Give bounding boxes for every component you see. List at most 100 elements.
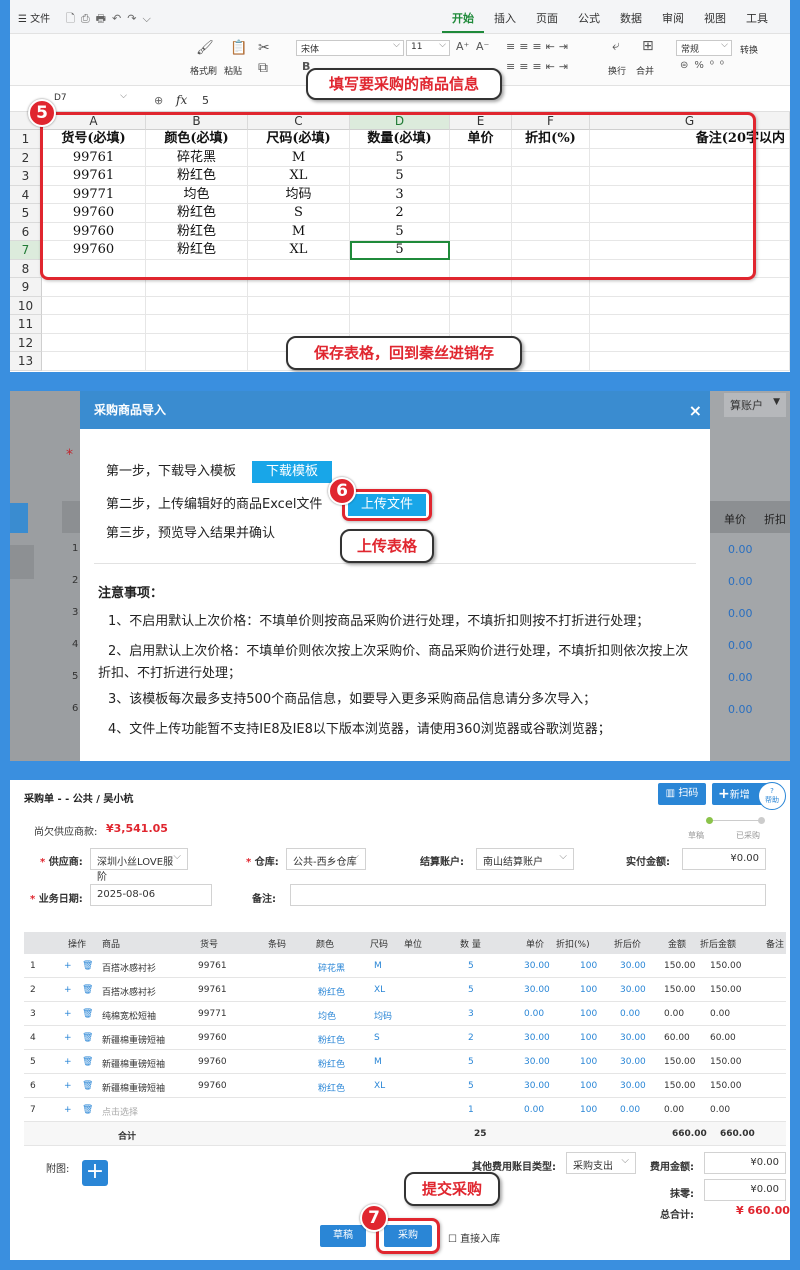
- column-header[interactable]: 尺码: [370, 937, 388, 950]
- empty-cell[interactable]: [350, 315, 450, 334]
- cell-damount[interactable]: 150.00: [710, 961, 742, 971]
- cell-damount[interactable]: 150.00: [710, 1081, 742, 1091]
- cell-color[interactable]: 粉红色: [318, 1033, 345, 1046]
- cell-name[interactable]: 纯棉宽松短袖: [102, 1009, 156, 1022]
- cell-size[interactable]: M: [374, 1057, 382, 1067]
- cell-damount[interactable]: 0.00: [710, 1105, 730, 1115]
- cell-price[interactable]: 30.00: [524, 961, 550, 971]
- add-attachment-button[interactable]: +: [82, 1160, 108, 1186]
- cell-dprice[interactable]: 30.00: [620, 1033, 646, 1043]
- warehouse-select[interactable]: 公共-西乡仓库: [286, 848, 366, 870]
- empty-cell[interactable]: [350, 296, 450, 315]
- align-horizontal-icons[interactable]: ≡≡≡⇤⇥: [506, 60, 572, 73]
- empty-cell[interactable]: [248, 296, 350, 315]
- add-row-icon[interactable]: +: [64, 1105, 72, 1115]
- delete-row-icon[interactable]: 🗑: [82, 1081, 93, 1091]
- empty-cell[interactable]: [42, 315, 146, 334]
- file-menu[interactable]: ☰ 文件: [18, 10, 50, 25]
- draft-button[interactable]: 草稿: [320, 1225, 366, 1247]
- row-header-6[interactable]: 6: [10, 222, 42, 241]
- cell-no[interactable]: 4: [30, 1033, 36, 1043]
- supplier-select[interactable]: 深圳小丝LOVE服阶: [90, 848, 188, 883]
- cell-amount[interactable]: 60.00: [664, 1033, 690, 1043]
- empty-cell[interactable]: [450, 315, 512, 334]
- merge-icon[interactable]: ⊞: [642, 38, 654, 54]
- empty-cell[interactable]: [350, 278, 450, 297]
- empty-cell[interactable]: [248, 278, 350, 297]
- table-row[interactable]: 2 百搭冰感衬衫 99761 粉红色 XL 5 30.00 100 30.00 150.00 150…: [24, 978, 786, 1002]
- download-template-button[interactable]: 下载模板: [252, 461, 332, 483]
- row-header-13[interactable]: 13: [10, 352, 42, 371]
- add-row-icon[interactable]: +: [64, 1009, 72, 1019]
- cell-qty[interactable]: 5: [468, 1057, 474, 1067]
- delete-row-icon[interactable]: 🗑: [82, 1105, 93, 1115]
- cell-name[interactable]: 点击选择: [102, 1105, 138, 1118]
- table-row[interactable]: 7 点击选择 1 0.00 100 0.00 0.00 0.00 + 🗑: [24, 1098, 786, 1122]
- empty-cell[interactable]: [42, 278, 146, 297]
- cell-amount[interactable]: 150.00: [664, 961, 696, 971]
- column-header[interactable]: 金额: [668, 937, 686, 950]
- add-row-icon[interactable]: +: [64, 1057, 72, 1067]
- empty-cell[interactable]: [146, 352, 248, 371]
- cell-ref-box[interactable]: D7: [50, 91, 130, 108]
- tab-view[interactable]: 视图: [694, 10, 736, 33]
- cell-name[interactable]: 新疆棉重磅短袖: [102, 1081, 165, 1094]
- cell-code[interactable]: 99760: [198, 1057, 227, 1067]
- cell-color[interactable]: 碎花黑: [318, 961, 345, 974]
- scan-button[interactable]: ▥ 扫码: [658, 783, 706, 805]
- column-header[interactable]: 操作: [68, 937, 86, 950]
- convert-label[interactable]: 转换: [740, 43, 758, 56]
- empty-cell[interactable]: [450, 296, 512, 315]
- empty-cell[interactable]: [146, 296, 248, 315]
- add-row-icon[interactable]: +: [64, 1081, 72, 1091]
- empty-cell[interactable]: [42, 333, 146, 352]
- row-header-4[interactable]: 4: [10, 185, 42, 204]
- cell-damount[interactable]: 150.00: [710, 1057, 742, 1067]
- cell-code[interactable]: 99761: [198, 985, 227, 995]
- cell-dprice[interactable]: 0.00: [620, 1105, 640, 1115]
- cell-disc[interactable]: 100: [580, 1009, 597, 1019]
- date-input[interactable]: 2025-08-06: [90, 884, 212, 906]
- row-header-5[interactable]: 5: [10, 204, 42, 223]
- cell-damount[interactable]: 60.00: [710, 1033, 736, 1043]
- cell-code[interactable]: 99761: [198, 961, 227, 971]
- format-painter-icon[interactable]: 🖌: [196, 40, 214, 56]
- row-header-3[interactable]: 3: [10, 167, 42, 186]
- delete-row-icon[interactable]: 🗑: [82, 1057, 93, 1067]
- font-size-select[interactable]: 11: [406, 40, 450, 56]
- empty-cell[interactable]: [512, 333, 590, 352]
- row-header-2[interactable]: 2: [10, 148, 42, 167]
- table-row[interactable]: 1 百搭冰感衬衫 99761 碎花黑 M 5 30.00 100 30.00 150.00 150.…: [24, 954, 786, 978]
- fee-type-select[interactable]: 采购支出: [566, 1152, 636, 1174]
- empty-cell[interactable]: [590, 315, 790, 334]
- cell-code[interactable]: 99771: [198, 1009, 227, 1019]
- column-header[interactable]: 折后价: [614, 937, 641, 950]
- row-header-7[interactable]: 7: [10, 241, 42, 260]
- cell-disc[interactable]: 100: [580, 1081, 597, 1091]
- account-select[interactable]: 南山结算账户: [476, 848, 574, 870]
- number-format-icons[interactable]: ⊜%⁰⁰: [680, 60, 730, 71]
- cell-size[interactable]: XL: [374, 985, 385, 995]
- cell-dprice[interactable]: 30.00: [620, 961, 646, 971]
- help-button[interactable]: ? 帮助: [758, 782, 786, 810]
- cell-size[interactable]: XL: [374, 1081, 385, 1091]
- close-icon[interactable]: ×: [689, 401, 702, 420]
- cell-price[interactable]: 0.00: [524, 1009, 544, 1019]
- delete-row-icon[interactable]: 🗑: [82, 1009, 93, 1019]
- column-header[interactable]: 条码: [268, 937, 286, 950]
- font-shrink-icon[interactable]: A⁻: [476, 40, 489, 53]
- tab-home[interactable]: 开始: [442, 10, 484, 33]
- formula-value[interactable]: 5: [202, 94, 209, 107]
- cell-color[interactable]: 粉红色: [318, 1057, 345, 1070]
- cell-qty[interactable]: 5: [468, 1081, 474, 1091]
- cell-disc[interactable]: 100: [580, 1105, 597, 1115]
- empty-cell[interactable]: [512, 352, 590, 371]
- cell-name[interactable]: 百搭冰感衬衫: [102, 961, 156, 974]
- table-row[interactable]: 6 新疆棉重磅短袖 99760 粉红色 XL 5 30.00 100 30.00 150.00 15…: [24, 1074, 786, 1098]
- font-grow-icon[interactable]: A⁺: [456, 40, 469, 53]
- empty-cell[interactable]: [512, 278, 590, 297]
- tab-tools[interactable]: 工具: [736, 10, 778, 33]
- cell-no[interactable]: 5: [30, 1057, 36, 1067]
- cell-dprice[interactable]: 0.00: [620, 1009, 640, 1019]
- empty-cell[interactable]: [146, 315, 248, 334]
